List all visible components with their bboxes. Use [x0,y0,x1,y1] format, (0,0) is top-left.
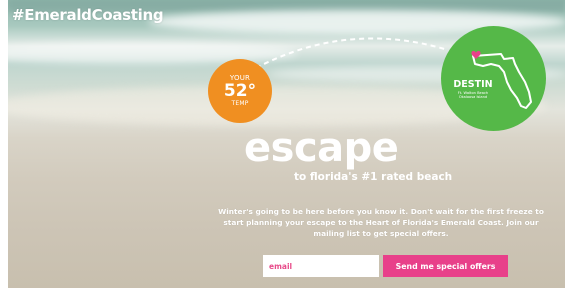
heart-pin-icon [471,50,481,59]
hero-background: #EmeraldCoasting YOUR 52° TEMP DESTIN Ft… [8,0,565,288]
email-input[interactable] [263,255,379,277]
temperature-badge: YOUR 52° TEMP [208,59,272,123]
destination-badge: DESTIN Ft. Walton Beach Okaloosa Island [441,26,546,131]
hero-headline: escape [244,125,399,171]
hashtag-title: #EmeraldCoasting [12,6,164,24]
hero-tagline: to florida's #1 rated beach [294,171,453,183]
promo-paragraph: Winter's going to be here before you kno… [218,207,544,238]
send-offers-button[interactable]: Send me special offers [383,255,508,277]
temp-label-bottom: TEMP [231,100,249,107]
destination-name: DESTIN [453,79,493,90]
dashed-route-arc [255,37,449,69]
destination-subtitle: Ft. Walton Beach Okaloosa Island [457,91,489,100]
temp-value: 52° [223,81,257,101]
